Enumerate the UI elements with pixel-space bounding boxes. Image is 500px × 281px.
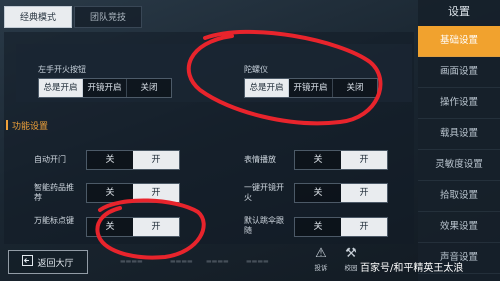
row-label-universal-marker: 万能标点键 — [34, 216, 74, 225]
fire-gyro-section: 左手开火按钮 总是开启 开镜开启 关闭 陀螺仪 总是开启 开镜开启 关闭 — [16, 44, 412, 102]
sidebar-item-basic[interactable]: 基础设置 — [418, 26, 500, 57]
settings-panel: 左手开火按钮 总是开启 开镜开启 关闭 陀螺仪 总是开启 开镜开启 关闭 — [4, 32, 414, 244]
toggle-emote-play: 关 开 — [294, 150, 388, 170]
toggle-universal-marker: 关 开 — [86, 217, 180, 237]
toggle-smart-meds-off[interactable]: 关 — [87, 184, 133, 202]
row-label-one-tap-scope-fire: 一键开镜开火 — [244, 183, 284, 202]
report-button[interactable]: ⚠ 投诉 — [306, 246, 336, 273]
tab-classic-mode[interactable]: 经典模式 — [4, 6, 72, 28]
left-fire-option-scope[interactable]: 开镜开启 — [83, 79, 127, 97]
gyro-label: 陀螺仪 — [244, 65, 268, 74]
left-fire-option-off[interactable]: 关闭 — [127, 79, 171, 97]
toggle-smart-meds-on[interactable]: 开 — [133, 184, 179, 202]
toggle-emote-play-on[interactable]: 开 — [341, 151, 387, 169]
toggle-auto-door: 关 开 — [86, 150, 180, 170]
settings-sidebar: 设置 基础设置 画面设置 操作设置 载具设置 灵敏度设置 拾取设置 效果设置 声… — [418, 0, 500, 281]
toggle-emote-play-off[interactable]: 关 — [295, 151, 341, 169]
mode-tabs: 经典模式 团队竞技 — [4, 6, 144, 28]
left-fire-selector: 总是开启 开镜开启 关闭 — [38, 78, 172, 98]
gyro-option-always[interactable]: 总是开启 — [245, 79, 289, 97]
faded-footer-element-1: ▬▬▬▬ — [120, 258, 143, 265]
row-label-auto-door: 自动开门 — [34, 155, 66, 164]
fix-label: 校园 — [344, 264, 358, 272]
report-label: 投诉 — [314, 264, 328, 272]
function-settings-title: 功能设置 — [12, 121, 49, 132]
toggle-parachute-follow: 关 开 — [294, 217, 388, 237]
function-settings-header: 功能设置 — [6, 118, 48, 132]
left-fire-label: 左手开火按钮 — [38, 65, 86, 74]
toggle-parachute-follow-on[interactable]: 开 — [341, 218, 387, 236]
back-arrow-icon — [22, 255, 34, 269]
sidebar-item-controls[interactable]: 操作设置 — [418, 88, 500, 119]
faded-footer-element-4: ▬▬▬▬ — [246, 258, 269, 265]
back-to-lobby-label: 返回大厅 — [37, 258, 74, 269]
sidebar-title: 设置 — [448, 5, 470, 18]
toggle-parachute-follow-off[interactable]: 关 — [295, 218, 341, 236]
row-label-emote-play: 表情播放 — [244, 155, 276, 164]
section-accent-bar — [6, 120, 8, 130]
faded-footer-element-3: ▬▬▬▬ — [206, 258, 229, 265]
warning-icon: ⚠ — [315, 246, 327, 261]
toggle-one-tap-scope-fire: 关 开 — [294, 183, 388, 203]
toggle-auto-door-off[interactable]: 关 — [87, 151, 133, 169]
tab-team-deathmatch[interactable]: 团队竞技 — [74, 6, 142, 28]
watermark: 百家号/和平精英王太浪 — [360, 263, 464, 274]
toggle-universal-marker-off[interactable]: 关 — [87, 218, 133, 236]
sidebar-item-effects[interactable]: 效果设置 — [418, 212, 500, 243]
gyro-option-off[interactable]: 关闭 — [333, 79, 377, 97]
bottom-action-icons: ⚠ 投诉 ⚒ 校园 — [306, 246, 366, 273]
sidebar-item-graphics[interactable]: 画面设置 — [418, 57, 500, 88]
gyro-selector: 总是开启 开镜开启 关闭 — [244, 78, 378, 98]
sidebar-item-sensitivity[interactable]: 灵敏度设置 — [418, 150, 500, 181]
left-fire-option-always[interactable]: 总是开启 — [39, 79, 83, 97]
gyro-option-scope[interactable]: 开镜开启 — [289, 79, 333, 97]
faded-footer-element-2: ▬▬▬▬ — [170, 258, 193, 265]
toggle-auto-door-on[interactable]: 开 — [133, 151, 179, 169]
toggle-one-tap-scope-fire-off[interactable]: 关 — [295, 184, 341, 202]
back-to-lobby-button[interactable]: 返回大厅 — [8, 250, 88, 274]
toggle-one-tap-scope-fire-on[interactable]: 开 — [341, 184, 387, 202]
row-label-parachute-follow: 默认跳伞跟随 — [244, 216, 284, 235]
toggle-universal-marker-on[interactable]: 开 — [133, 218, 179, 236]
row-label-smart-meds: 智能药品推荐 — [34, 183, 74, 202]
sidebar-item-vehicle[interactable]: 载具设置 — [418, 119, 500, 150]
toggle-smart-meds: 关 开 — [86, 183, 180, 203]
sidebar-item-pickup[interactable]: 拾取设置 — [418, 181, 500, 212]
